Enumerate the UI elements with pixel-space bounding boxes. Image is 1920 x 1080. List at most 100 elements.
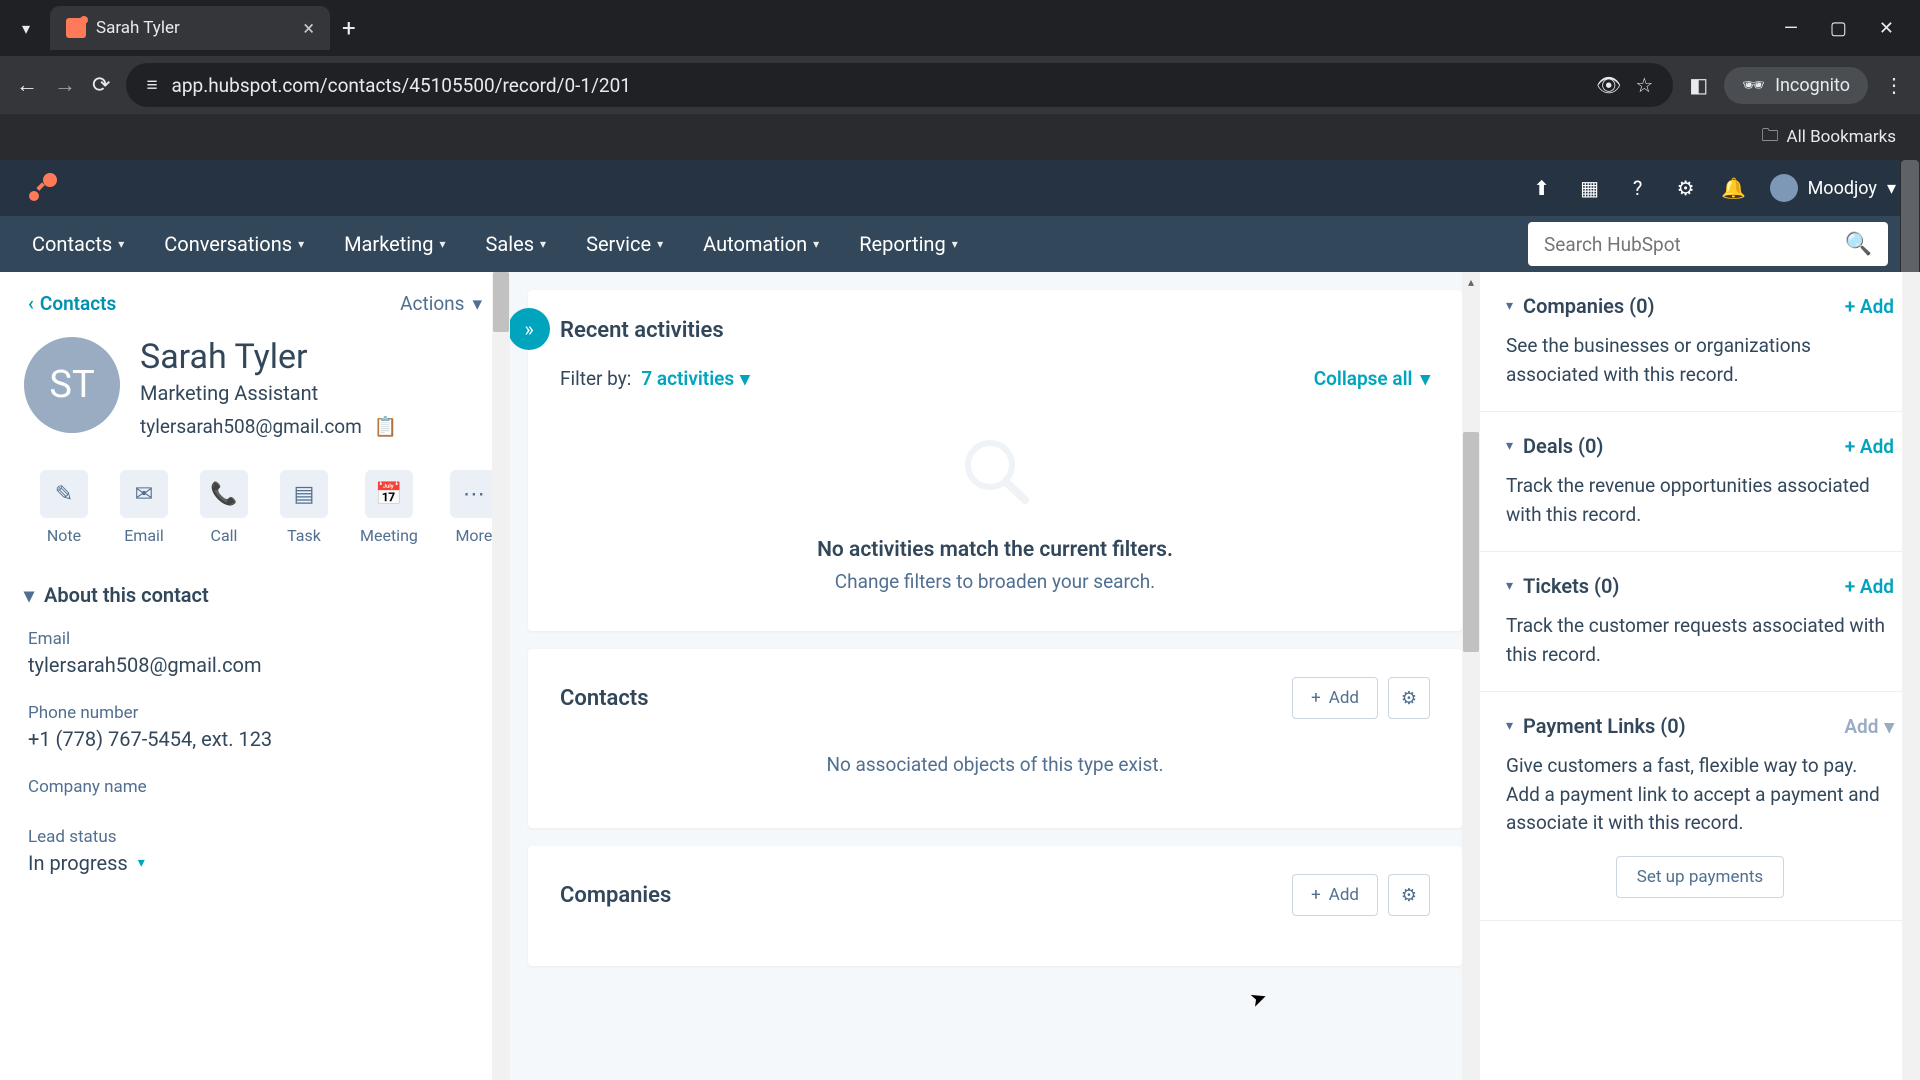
companies-desc: See the businesses or organizations asso… [1506, 332, 1894, 389]
collapse-all-button[interactable]: Collapse all▾ [1314, 367, 1430, 390]
companies-settings-button[interactable]: ⚙ [1388, 874, 1430, 916]
contacts-settings-button[interactable]: ⚙ [1388, 677, 1430, 719]
note-icon: ✎ [40, 470, 88, 518]
copy-icon[interactable]: 📋 [374, 415, 398, 438]
payment-toggle[interactable]: ▾Payment Links (0) [1506, 714, 1686, 738]
phone-field-group[interactable]: Phone number +1 (778) 767-5454, ext. 123 [0, 695, 510, 769]
center-scrollbar[interactable]: ▴ [1462, 272, 1480, 1080]
contact-sidebar: ‹Contacts Actions▾ ST Sarah Tyler Market… [0, 272, 510, 1080]
nav-contacts[interactable]: Contacts▾ [32, 232, 124, 256]
company-field-group[interactable]: Company name [0, 769, 510, 819]
incognito-indicator[interactable]: 🕶 Incognito [1724, 67, 1868, 104]
add-payment-link[interactable]: Add▾ [1844, 715, 1894, 738]
contacts-card-title: Contacts [560, 686, 649, 711]
all-bookmarks-link[interactable]: All Bookmarks [1787, 127, 1896, 147]
url-box[interactable]: ≡ app.hubspot.com/contacts/45105500/reco… [126, 63, 1673, 107]
reload-icon[interactable]: ⟳ [92, 73, 110, 98]
add-company-button[interactable]: +Add [1292, 874, 1378, 916]
forward-button-icon[interactable]: → [54, 72, 76, 98]
settings-gear-icon[interactable]: ⚙ [1674, 176, 1698, 200]
lead-status-value: In progress [28, 851, 128, 875]
app-header: ⬆ ▦ ? ⚙ 🔔 Moodjoy ▾ [0, 160, 1920, 216]
companies-association: ▾Companies (0) + Add See the businesses … [1480, 272, 1920, 412]
deals-desc: Track the revenue opportunities associat… [1506, 472, 1894, 529]
browser-tab[interactable]: Sarah Tyler × [50, 6, 330, 50]
maximize-icon[interactable]: ▢ [1830, 18, 1847, 39]
nav-automation[interactable]: Automation▾ [703, 232, 819, 256]
collapse-sidebar-button[interactable]: » [510, 308, 550, 350]
nav-marketing[interactable]: Marketing▾ [344, 232, 445, 256]
deals-toggle[interactable]: ▾Deals (0) [1506, 434, 1603, 458]
marketplace-icon[interactable]: ▦ [1578, 176, 1602, 200]
center-scrollbar-thumb[interactable] [1463, 432, 1479, 652]
close-tab-icon[interactable]: × [303, 16, 314, 40]
upgrade-icon[interactable]: ⬆ [1530, 176, 1554, 200]
gear-icon: ⚙ [1401, 885, 1417, 906]
hide-tracking-icon[interactable]: 👁 [1596, 73, 1621, 97]
browser-menu-icon[interactable]: ⋮ [1884, 73, 1904, 97]
notifications-bell-icon[interactable]: 🔔 [1722, 176, 1746, 200]
phone-icon: 📞 [200, 470, 248, 518]
companies-card-title: Companies [560, 883, 671, 908]
payment-links-association: ▾Payment Links (0) Add▾ Give customers a… [1480, 692, 1920, 921]
close-window-icon[interactable]: ✕ [1879, 18, 1894, 39]
activity-filter-dropdown[interactable]: 7 activities▾ [641, 367, 749, 390]
chevron-down-icon: ▾ [657, 237, 663, 251]
back-to-contacts[interactable]: ‹Contacts [28, 292, 116, 315]
actions-dropdown[interactable]: Actions▾ [400, 292, 482, 315]
companies-toggle[interactable]: ▾Companies (0) [1506, 294, 1655, 318]
search-input[interactable] [1544, 233, 1833, 256]
browser-chrome: ▾ Sarah Tyler × + ― ▢ ✕ ← → ⟳ ≡ app.hubs… [0, 0, 1920, 160]
about-section-header[interactable]: ▾ About this contact [0, 569, 510, 621]
search-icon[interactable]: 🔍 [1845, 232, 1872, 257]
site-info-icon[interactable]: ≡ [146, 73, 157, 97]
tickets-toggle[interactable]: ▾Tickets (0) [1506, 574, 1619, 598]
lead-status-field-group[interactable]: Lead status In progress ▾ [0, 819, 510, 893]
email-field-group[interactable]: Email tylersarah508@gmail.com [0, 621, 510, 695]
nav-reporting[interactable]: Reporting▾ [859, 232, 958, 256]
user-name-label: Moodjoy [1808, 178, 1877, 199]
activity-panel: ▴ » Recent activities Filter by: 7 activ… [510, 272, 1480, 1080]
nav-conversations[interactable]: Conversations▾ [164, 232, 304, 256]
left-scrollbar-thumb[interactable] [493, 272, 509, 332]
back-button-icon[interactable]: ← [16, 72, 38, 98]
hubspot-logo-icon[interactable] [24, 170, 60, 206]
tab-search-dropdown[interactable]: ▾ [10, 12, 42, 44]
chevron-left-icon: ‹ [28, 292, 34, 315]
gear-icon: ⚙ [1401, 688, 1417, 709]
minimize-icon[interactable]: ― [1784, 18, 1798, 39]
deals-association: ▾Deals (0) + Add Track the revenue oppor… [1480, 412, 1920, 552]
user-menu[interactable]: Moodjoy ▾ [1770, 174, 1896, 202]
add-ticket-link[interactable]: + Add [1845, 575, 1894, 598]
more-action[interactable]: ⋯More [450, 470, 498, 545]
help-icon[interactable]: ? [1626, 176, 1650, 200]
window-controls: ― ▢ ✕ [1784, 18, 1910, 39]
task-action[interactable]: ▤Task [280, 470, 328, 545]
no-contacts-text: No associated objects of this type exist… [560, 741, 1430, 800]
nav-sales[interactable]: Sales▾ [485, 232, 546, 256]
add-company-link[interactable]: + Add [1845, 295, 1894, 318]
global-search[interactable]: 🔍 [1528, 222, 1888, 266]
phone-field-value: +1 (778) 767-5454, ext. 123 [28, 727, 482, 751]
plus-icon: + [1311, 885, 1321, 905]
contact-avatar[interactable]: ST [24, 337, 120, 433]
scroll-up-icon[interactable]: ▴ [1463, 272, 1479, 292]
bookmark-star-icon[interactable]: ☆ [1635, 73, 1653, 97]
meeting-action[interactable]: 📅Meeting [360, 470, 418, 545]
lead-status-label: Lead status [28, 827, 482, 847]
nav-service[interactable]: Service▾ [586, 232, 663, 256]
contact-name: Sarah Tyler [140, 337, 397, 377]
hubspot-app: ⬆ ▦ ? ⚙ 🔔 Moodjoy ▾ Contacts▾ Conversati… [0, 160, 1920, 1080]
note-action[interactable]: ✎Note [40, 470, 88, 545]
side-panel-icon[interactable]: ◧ [1689, 73, 1708, 97]
setup-payments-button[interactable]: Set up payments [1616, 856, 1784, 898]
right-scrollbar[interactable] [1902, 272, 1920, 1080]
new-tab-button[interactable]: + [342, 14, 356, 42]
call-action[interactable]: 📞Call [200, 470, 248, 545]
email-icon: ✉ [120, 470, 168, 518]
email-action[interactable]: ✉Email [120, 470, 168, 545]
add-contact-button[interactable]: +Add [1292, 677, 1378, 719]
left-scrollbar[interactable] [492, 272, 510, 1080]
tickets-desc: Track the customer requests associated w… [1506, 612, 1894, 669]
add-deal-link[interactable]: + Add [1845, 435, 1894, 458]
